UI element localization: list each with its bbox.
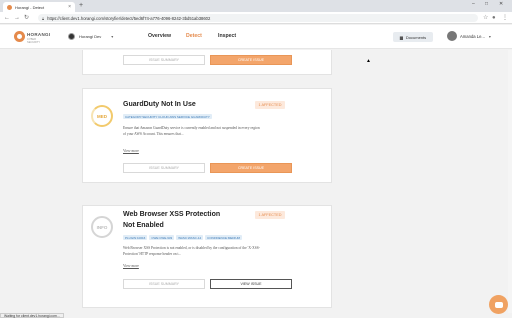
detect-content: Issue Summary Create Issue MED GuardDuty…: [0, 50, 512, 313]
issue-tag: PLUGIN:10016: [123, 235, 148, 240]
issue-title-line: Web Browser XSS Protection: [123, 211, 221, 218]
browser-tab[interactable]: Horangi - Detect ×: [3, 2, 75, 12]
logo-wordmark: HORANGI: [27, 32, 51, 37]
tiger-logo-icon: [14, 31, 25, 42]
affected-badge: 1 AFFECTED: [255, 101, 285, 109]
issue-title: GuardDuty Not In Use: [123, 101, 196, 108]
issue-tag: CATEGORY:SECURITY CLOUD AWS SERVICE GUAR…: [123, 114, 212, 119]
nav-overview[interactable]: Overview: [148, 33, 171, 39]
chat-bubble-icon: [494, 301, 503, 308]
mouse-cursor-icon: ▲: [366, 58, 371, 64]
issue-tag: CONFIDENCE:MEDIUM: [205, 235, 242, 240]
affected-badge: 1 AFFECTED: [255, 211, 285, 219]
org-avatar: [68, 33, 75, 40]
nav-inspect[interactable]: Inspect: [218, 33, 236, 39]
app-header: HORANGI CYBER SECURITY Horangi Dev ▾ Ove…: [0, 25, 512, 49]
view-issue-button[interactable]: View Issue: [210, 279, 292, 289]
back-arrow-icon[interactable]: ←: [4, 14, 10, 22]
new-tab-button[interactable]: +: [79, 2, 83, 10]
severity-gauge: INFO: [91, 216, 113, 238]
view-more-link[interactable]: View more: [123, 264, 139, 268]
chevron-down-icon: ▾: [488, 33, 491, 39]
chevron-down-icon: ▾: [111, 34, 114, 39]
logo-tagline: CYBER SECURITY: [27, 38, 41, 44]
issue-title-line: Not Enabled: [123, 222, 164, 229]
view-more-link[interactable]: View more: [123, 149, 139, 153]
url-text: https://client.dev1.horangi.com/storyfie…: [47, 15, 211, 21]
org-selector[interactable]: Horangi Dev ▾: [68, 33, 113, 40]
severity-gauge: MED: [91, 105, 113, 127]
issue-tag: WASC:WASC-14: [176, 235, 204, 240]
address-bar[interactable]: 🔒︎ https://client.dev1.horangi.com/story…: [38, 14, 478, 22]
browser-toolbar: ← → ↻ 🔒︎ https://client.dev1.horangi.com…: [0, 12, 512, 24]
reload-icon[interactable]: ↻: [24, 14, 29, 22]
star-icon[interactable]: ☆: [483, 14, 488, 22]
issue-card: MED GuardDuty Not In Use 1 AFFECTED CATE…: [82, 88, 332, 183]
create-issue-button[interactable]: Create Issue: [210, 163, 292, 173]
browser-status-bar: Waiting for client.dev1.horangi.com...: [0, 313, 64, 318]
issue-tag: CWE:CWE-933: [149, 235, 175, 240]
create-issue-button[interactable]: Create Issue: [210, 55, 292, 65]
avatar: [447, 31, 457, 41]
issue-card: Issue Summary Create Issue: [82, 50, 332, 75]
documents-label: Documents: [405, 34, 427, 40]
horangi-logo[interactable]: HORANGI CYBER SECURITY: [14, 30, 50, 44]
documents-button[interactable]: ▆ Documents: [393, 32, 433, 42]
lock-icon: 🔒︎: [42, 15, 45, 21]
user-menu[interactable]: Amanda Le... ▾: [447, 31, 491, 41]
minimize-button[interactable]: –: [472, 1, 475, 7]
user-name: Amanda Le...: [460, 33, 485, 39]
issue-summary-button[interactable]: Issue Summary: [123, 279, 205, 289]
issue-card: INFO Web Browser XSS Protection Not Enab…: [82, 205, 332, 308]
issue-description-line: of your AWS Account. This ensures that..…: [123, 131, 184, 136]
menu-kebab-icon[interactable]: ⋮: [502, 14, 508, 22]
horangi-favicon-icon: [7, 4, 12, 10]
tab-title: Horangi - Detect: [15, 4, 45, 10]
issue-description-line: Protection' HTTP response header on t...: [123, 251, 182, 256]
browser-tab-bar: Horangi - Detect × + – □ ✕: [0, 0, 512, 12]
close-tab-icon[interactable]: ×: [68, 4, 71, 10]
issue-summary-button[interactable]: Issue Summary: [123, 163, 205, 173]
nav-detect[interactable]: Detect: [186, 33, 202, 39]
maximize-button[interactable]: □: [485, 1, 488, 7]
page-scrollbar[interactable]: [508, 50, 512, 313]
chat-widget-button[interactable]: [489, 295, 508, 314]
issue-summary-button[interactable]: Issue Summary: [123, 55, 205, 65]
folder-icon: ▆: [399, 34, 403, 40]
profile-icon[interactable]: ●: [492, 14, 496, 22]
close-window-button[interactable]: ✕: [499, 1, 503, 7]
forward-arrow-icon[interactable]: →: [14, 14, 20, 22]
org-name: Horangi Dev: [79, 34, 102, 39]
